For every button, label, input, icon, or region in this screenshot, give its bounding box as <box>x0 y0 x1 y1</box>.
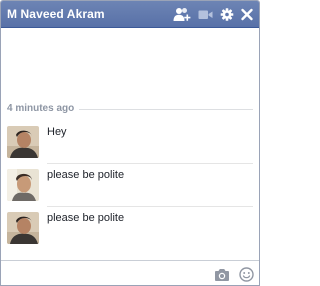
chat-window: M Naveed Akram 4 minutes ago Hey please … <box>0 0 260 286</box>
avatar[interactable] <box>7 169 39 201</box>
emoji-icon[interactable] <box>239 267 254 282</box>
message-row: Hey <box>1 123 259 165</box>
add-friend-icon[interactable] <box>173 7 191 22</box>
gear-icon[interactable] <box>220 7 234 22</box>
video-camera-icon[interactable] <box>198 7 213 22</box>
avatar[interactable] <box>7 126 39 158</box>
message-composer <box>1 260 259 285</box>
message-text: Hey <box>47 126 67 138</box>
chat-title[interactable]: M Naveed Akram <box>7 7 105 21</box>
close-icon[interactable] <box>240 7 254 22</box>
message-text: please be polite <box>47 169 125 181</box>
chat-titlebar[interactable]: M Naveed Akram <box>1 1 259 28</box>
timestamp-divider <box>79 109 253 110</box>
message-text: please be polite <box>47 212 125 224</box>
avatar[interactable] <box>7 212 39 244</box>
message-timestamp: 4 minutes ago <box>7 103 75 114</box>
message-divider <box>47 206 253 207</box>
message-row: please be polite <box>1 209 259 251</box>
message-divider <box>47 163 253 164</box>
message-row: please be polite <box>1 166 259 208</box>
message-thread[interactable]: 4 minutes ago Hey please be polite pleas… <box>1 29 259 259</box>
message-input[interactable] <box>5 265 201 283</box>
camera-icon[interactable] <box>214 268 230 282</box>
